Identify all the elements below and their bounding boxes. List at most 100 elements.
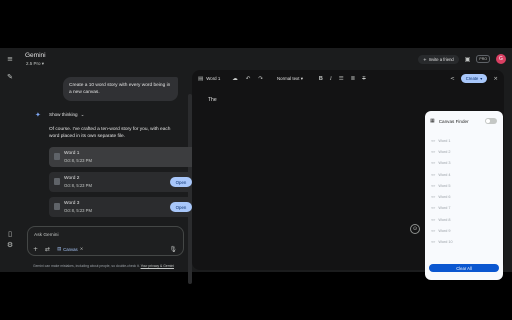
card-date: Oct 8, 5:23 PM (64, 183, 92, 188)
invite-friend-button[interactable]: + Invite a friend (418, 54, 459, 64)
finder-item-label: Word 2 (438, 149, 451, 154)
settings-icon[interactable]: ⚙ (6, 241, 14, 249)
finder-item[interactable]: <> Word 10 (431, 237, 453, 248)
bulleted-list-icon[interactable]: ☰ (339, 76, 344, 82)
gem-icon[interactable]: ▯ (6, 230, 14, 238)
finder-item-label: Word 6 (438, 195, 451, 200)
text-style-select[interactable]: Normal text ▾ (277, 76, 303, 82)
finder-item-label: Word 1 (438, 138, 451, 143)
microphone-icon[interactable]: 🎙 (169, 246, 177, 253)
card-title: Word 2 (64, 176, 80, 181)
prompt-input[interactable]: Ask Gemini (34, 233, 59, 238)
code-icon: <> (431, 183, 436, 188)
document-icon: ▤ (198, 75, 204, 82)
gemini-sparkle-icon: ✦ (35, 111, 41, 119)
finder-item[interactable]: <> Word 9 (431, 225, 453, 236)
tools-icon[interactable]: ⇄ (45, 246, 50, 253)
add-person-icon: + (423, 56, 427, 62)
finder-list: <> Word 1 <> Word 2 <> Word 3 <> Word 4 <> Wo… (431, 135, 453, 248)
share-icon[interactable]: < (450, 76, 455, 82)
canvas-chip[interactable]: ▤ Canvas × (57, 247, 83, 252)
pro-badge: PRO (476, 55, 490, 63)
text-style-label: Normal text (277, 75, 300, 81)
clear-all-button[interactable]: Clear All (429, 264, 499, 272)
disclaimer-text: Gemini can make mistakes, including abou… (33, 264, 141, 268)
avatar[interactable]: G (496, 54, 506, 64)
code-icon: <> (431, 240, 436, 245)
canvas-finder-panel: ▦ Canvas Finder <> Word 1 <> Word 2 <> Word… (425, 111, 503, 280)
disclaimer: Gemini can make mistakes, including abou… (33, 264, 174, 268)
finder-item[interactable]: <> Word 8 (431, 214, 453, 225)
create-button[interactable]: Create ▾ (460, 74, 488, 83)
code-icon: <> (431, 172, 436, 177)
document-body[interactable]: The (208, 97, 217, 103)
open-button[interactable]: Open (170, 202, 192, 212)
italic-icon[interactable]: I (330, 76, 332, 82)
code-icon: <> (431, 149, 436, 154)
header-actions: + Invite a friend ▣ PRO G (418, 53, 506, 65)
canvas-card[interactable]: Word 1 Oct 8, 5:23 PM (49, 147, 198, 167)
code-icon: <> (431, 217, 436, 222)
redo-icon[interactable]: ↷ (258, 76, 263, 82)
canvas-card[interactable]: Word 2 Oct 8, 5:23 PM Open (49, 172, 198, 192)
canvas-finder-toggle-icon[interactable]: ⊙ (410, 224, 420, 234)
finder-item[interactable]: <> Word 5 (431, 180, 453, 191)
finder-item[interactable]: <> Word 4 (431, 169, 453, 180)
prompt-tools: + ⇄ ▤ Canvas × (33, 246, 83, 253)
invite-label: Invite a friend (428, 56, 454, 62)
undo-icon[interactable]: ↶ (246, 76, 251, 82)
new-chat-icon[interactable]: ✎ (6, 73, 14, 81)
canvas-chip-label: Canvas (63, 247, 78, 252)
chevron-down-icon: ▾ (41, 61, 45, 66)
finder-item[interactable]: <> Word 3 (431, 158, 453, 169)
app-title: Gemini (25, 52, 46, 59)
canvas-card[interactable]: Word 3 Oct 8, 5:23 PM Open (49, 197, 198, 217)
model-selector[interactable]: 2.5 Pro ▾ (26, 61, 44, 67)
document-icon (54, 153, 60, 160)
doc-name[interactable]: Word 1 (206, 76, 220, 81)
model-reply: Of course. I've crafted a ten-word story… (49, 127, 171, 140)
code-icon: <> (431, 206, 436, 211)
finder-item-label: Word 5 (438, 183, 451, 188)
menu-icon[interactable]: ≡ (6, 55, 14, 63)
card-title: Word 3 (64, 201, 80, 206)
canvas-toolbar: ▤ Word 1 ☁ ↶ ↷ Normal text ▾ B I ☰ ≣ T <… (196, 73, 500, 84)
document-icon (54, 178, 60, 185)
finder-header: ▦ Canvas Finder (430, 118, 469, 124)
cloud-icon: ☁ (232, 75, 238, 82)
finder-icon: ▦ (430, 118, 435, 124)
document-icon (54, 203, 60, 210)
numbered-list-icon[interactable]: ≣ (351, 76, 356, 82)
add-icon[interactable]: + (33, 246, 38, 253)
chevron-down-icon: ▾ (480, 76, 483, 81)
finder-item[interactable]: <> Word 2 (431, 146, 453, 157)
finder-item[interactable]: <> Word 6 (431, 191, 453, 202)
close-icon[interactable]: × (493, 76, 498, 82)
finder-item-label: Word 9 (438, 229, 451, 234)
nav-rail: ≡ ✎ ▯ ⚙ (0, 48, 20, 272)
close-icon[interactable]: × (80, 247, 84, 252)
chevron-down-icon: ▾ (300, 75, 303, 81)
open-button[interactable]: Open (170, 177, 192, 187)
finder-item-label: Word 4 (438, 172, 451, 177)
clear-format-icon[interactable]: T (362, 76, 365, 82)
card-date: Oct 8, 5:23 PM (64, 158, 92, 163)
show-thinking-toggle[interactable]: Show thinking ⌄ (49, 112, 84, 118)
code-icon: <> (431, 195, 436, 200)
finder-item-label: Word 8 (438, 217, 451, 222)
finder-toggle[interactable] (485, 118, 497, 124)
card-date: Oct 8, 5:23 PM (64, 208, 92, 213)
privacy-link[interactable]: Your privacy & Gemini (141, 264, 174, 268)
canvas-icon: ▤ (57, 247, 62, 252)
chevron-down-icon: ⌄ (80, 112, 85, 117)
code-icon: <> (431, 229, 436, 234)
finder-item-label: Word 3 (438, 161, 451, 166)
code-icon: <> (431, 138, 436, 143)
bold-icon[interactable]: B (319, 76, 323, 82)
gift-icon[interactable]: ▣ (465, 56, 471, 63)
finder-item[interactable]: <> Word 7 (431, 203, 453, 214)
code-icon: <> (431, 161, 436, 166)
prompt-box[interactable]: Ask Gemini + ⇄ ▤ Canvas × 🎙 (27, 226, 184, 256)
user-message: Create a 10 word story with every word b… (63, 77, 178, 102)
finder-item[interactable]: <> Word 1 (431, 135, 453, 146)
